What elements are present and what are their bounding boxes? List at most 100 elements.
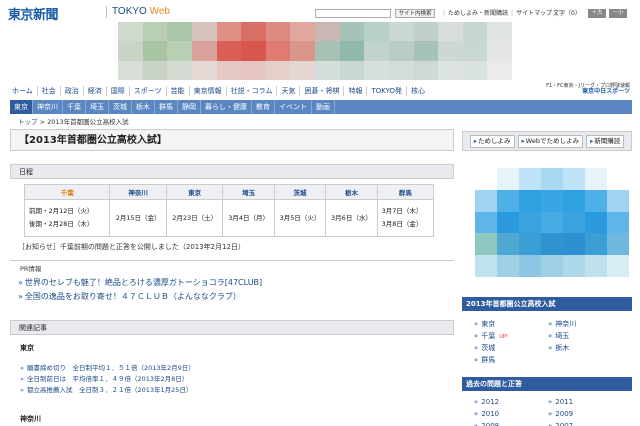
font-smaller-button[interactable]: －小 <box>609 9 627 18</box>
banner-pixel <box>216 22 242 42</box>
pref-link-gunma[interactable]: 群馬 <box>474 356 495 365</box>
ad-pixel <box>519 233 541 256</box>
breadcrumb-current: 2013年首都圏公立高校入試 <box>47 118 129 126</box>
banner-pixel <box>167 22 192 42</box>
separator: | <box>443 10 446 17</box>
ad-pixel <box>519 168 541 190</box>
year-link-2012[interactable]: 2012 <box>474 398 499 407</box>
subscribe-button[interactable]: 新聞購読 <box>585 134 625 148</box>
related-article-link[interactable]: 全日制前日は 平均倍率１．４９倍（2013年2月8日） <box>20 375 188 384</box>
region-nav-item[interactable]: 動画 <box>312 100 335 114</box>
banner-pixel <box>142 60 168 80</box>
related-kanagawa-label: 神奈川 <box>20 415 41 423</box>
banner-pixel <box>142 41 168 61</box>
global-nav-item[interactable]: 東京情報 <box>190 86 227 96</box>
schedule-cell: 前期・2月12日（火） 後期・2月28日（木） <box>23 199 111 237</box>
pref-link-tokyo[interactable]: 東京 <box>474 320 495 329</box>
logo-sub-b: Web <box>149 6 170 17</box>
site-search-button[interactable]: サイト内検索 <box>395 9 435 18</box>
pref-link-tochigi[interactable]: 栃木 <box>548 344 569 353</box>
global-nav-item[interactable]: 国際 <box>107 86 130 96</box>
region-nav-item[interactable]: 神奈川 <box>33 100 63 114</box>
ad-pixel <box>475 255 497 277</box>
search-input[interactable] <box>315 9 391 18</box>
sitemap-link[interactable]: サイトマップ <box>516 9 552 18</box>
banner-pixel <box>487 41 512 61</box>
global-nav-item[interactable]: 社会 <box>38 86 61 96</box>
global-nav-item[interactable]: TOKYO発 <box>367 86 407 96</box>
related-tokyo-label: 東京 <box>20 344 34 352</box>
banner-pixel <box>191 41 217 61</box>
global-nav-item[interactable]: 核心 <box>407 86 429 96</box>
separator: | <box>511 10 514 17</box>
pref-link-kanagawa[interactable]: 神奈川 <box>548 320 576 329</box>
region-nav-item[interactable]: イベント <box>275 100 312 114</box>
pr-link[interactable]: 全国の逸品をお取り寄せ！４７ＣＬＵＢ（よんななクラブ） <box>18 291 241 302</box>
banner-pixel <box>462 22 488 42</box>
region-nav-item[interactable]: 静岡 <box>178 100 201 114</box>
web-trial-button[interactable]: Webでためしよみ <box>517 134 583 148</box>
global-nav-item[interactable]: 経済 <box>84 86 107 96</box>
region-nav-item[interactable]: 栃木 <box>132 100 155 114</box>
banner-pixel <box>364 22 389 42</box>
ad-pixel <box>541 233 563 256</box>
pref-link-chiba[interactable]: 千葉UP! <box>474 332 508 342</box>
region-nav-item[interactable]: 群馬 <box>155 100 178 114</box>
pref-link-ibaraki[interactable]: 茨城 <box>474 344 495 353</box>
region-nav-item[interactable]: 千葉 <box>63 100 86 114</box>
font-size-label: 文字（0） <box>553 10 581 17</box>
region-nav: 東京 神奈川 千葉 埼玉 茨城 栃木 群馬 静岡 暮らし・健康 教育 イベント 動画 <box>10 100 632 114</box>
banner-pixel <box>216 60 242 80</box>
top-bar: 東京新聞 TOKYO Web サイト内検索 | ためしよみ・新聞購読 | サイト… <box>0 0 640 23</box>
related-article-link[interactable]: 都立高推薦入試 全日制３．２１倍（2013年1月25日） <box>20 386 192 395</box>
trial-subscribe-link[interactable]: ためしよみ・新聞購読 <box>448 9 508 18</box>
font-larger-button[interactable]: ＋大 <box>588 9 606 18</box>
breadcrumb-home[interactable]: トップ <box>18 118 38 126</box>
pref-label-chiba: 千葉 <box>481 332 496 340</box>
year-link-2008[interactable]: 2008 <box>474 422 499 426</box>
global-nav-item[interactable]: 社説・コラム <box>227 86 278 96</box>
pref-link-saitama[interactable]: 埼玉 <box>548 332 569 341</box>
region-nav-item[interactable]: 東京 <box>10 100 33 114</box>
global-nav-item[interactable]: 天気 <box>277 86 301 96</box>
banner-pixel <box>413 22 439 42</box>
banner-pixel <box>364 41 389 61</box>
related-article-link[interactable]: 願書締め切り 全日制平均１．５１倍（2013年2月9日） <box>20 364 195 373</box>
year-link-2009[interactable]: 2009 <box>548 410 573 419</box>
schedule-column-header: 埼玉 <box>222 184 275 200</box>
schedule-cell: 3月7日（木） 3月8日（金） <box>376 199 435 237</box>
site-logo[interactable]: 東京新聞 <box>8 4 59 23</box>
global-nav-item[interactable]: 特報 <box>344 86 368 96</box>
region-nav-item[interactable]: 暮らし・健康 <box>201 100 252 114</box>
global-nav-item[interactable]: 芸能 <box>167 86 190 96</box>
ad-image-pixelated[interactable] <box>475 168 629 277</box>
ad-pixel <box>475 233 497 256</box>
global-nav-item[interactable]: 囲碁・将棋 <box>300 86 345 96</box>
year-link-2011[interactable]: 2011 <box>548 398 573 407</box>
banner-pixel <box>438 60 463 80</box>
global-nav-item[interactable]: ホーム <box>12 86 38 96</box>
logo-sub-a: TOKYO <box>112 6 147 17</box>
schedule-heading: 日程 <box>10 164 454 179</box>
global-nav-item[interactable]: 政治 <box>61 86 84 96</box>
ad-banner-pixelated[interactable] <box>118 22 512 80</box>
ad-pixel <box>519 255 541 277</box>
sports-banner[interactable]: F1・FC東京・Jリーグ・プロ野球速報 東京中日スポーツ <box>540 83 630 95</box>
region-nav-item[interactable]: 埼玉 <box>86 100 109 114</box>
logo-divider <box>106 6 107 18</box>
banner-pixel <box>118 41 143 61</box>
year-link-2007[interactable]: 2007 <box>548 422 573 426</box>
region-nav-item[interactable]: 教育 <box>252 100 275 114</box>
schedule-cell: 3月6日（水） <box>325 199 378 237</box>
ad-pixel <box>585 211 607 234</box>
year-link-2010[interactable]: 2010 <box>474 410 499 419</box>
ad-pixel <box>497 211 519 234</box>
tokyo-web-logo[interactable]: TOKYO Web <box>112 6 170 17</box>
banner-pixel <box>339 41 365 61</box>
trial-read-button[interactable]: ためしよみ <box>469 134 515 148</box>
banner-pixel <box>167 60 192 80</box>
pr-link[interactable]: 世界のセレブも魅了！絶品とろける濃厚ガトーショコラ[47CLUB] <box>18 277 262 288</box>
region-nav-item[interactable]: 茨城 <box>109 100 132 114</box>
ad-pixel <box>607 189 629 212</box>
global-nav-item[interactable]: スポーツ <box>130 86 167 96</box>
